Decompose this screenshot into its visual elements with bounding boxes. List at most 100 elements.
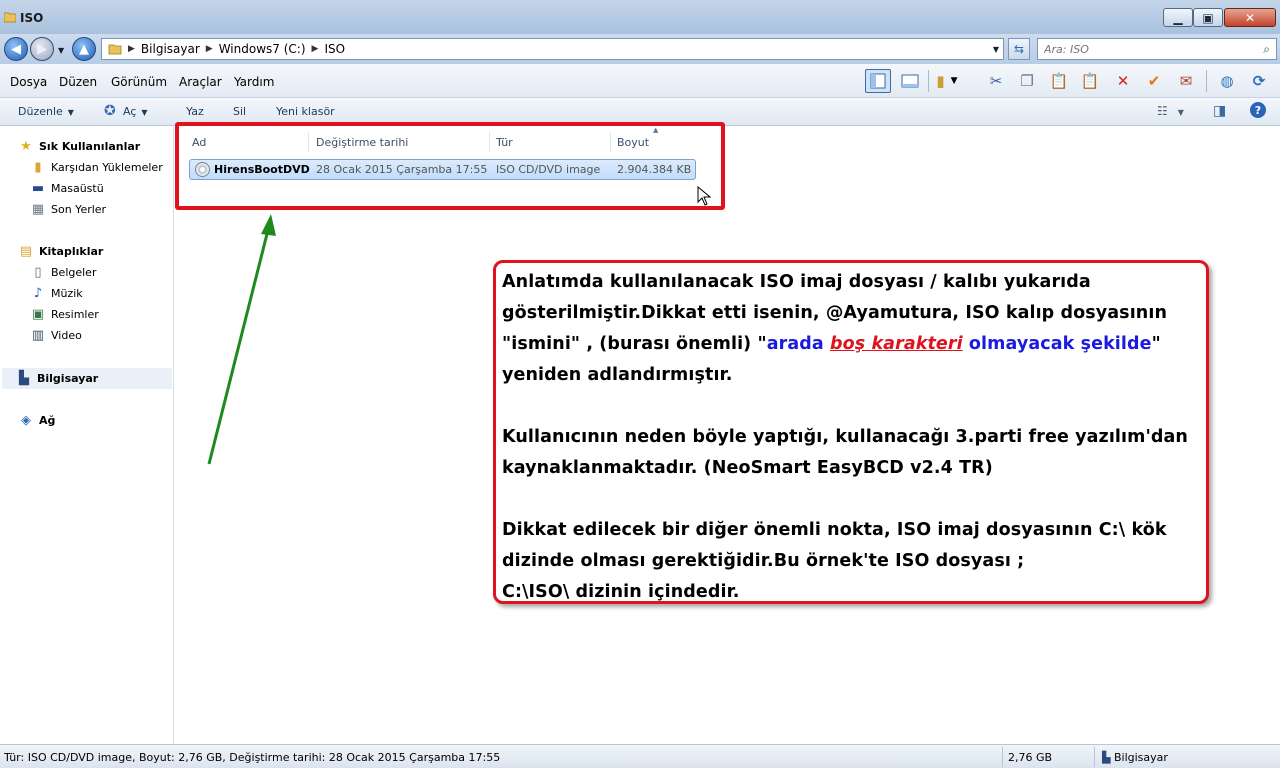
breadcrumb-folder[interactable]: ISO — [324, 42, 345, 56]
menu-file[interactable]: Dosya — [10, 75, 47, 89]
nav-computer[interactable]: ▙ Bilgisayar — [2, 368, 172, 389]
breadcrumb-separator[interactable]: ▶ — [128, 44, 135, 54]
refresh-button[interactable]: ⇆ — [1008, 38, 1030, 60]
nav-label: Ağ — [39, 414, 56, 427]
menu-tools[interactable]: Araçlar — [179, 75, 222, 89]
nav-desktop[interactable]: ▬ Masaüstü — [30, 178, 104, 199]
nav-label: Müzik — [51, 287, 83, 300]
breadcrumb-separator[interactable]: ▶ — [206, 44, 213, 54]
delete-icon[interactable]: ✕ — [1110, 69, 1136, 93]
cut-icon[interactable]: ✂ — [983, 69, 1009, 93]
note-line: dizinde olması gerektiğidir.Bu örnek'te … — [502, 551, 1025, 571]
up-button[interactable]: ▲ — [72, 37, 96, 61]
folder-options-icon[interactable]: ▮ ▼ — [934, 69, 960, 93]
annotation-note: Anlatımda kullanılanacak ISO imaj dosyas… — [493, 260, 1209, 604]
nav-downloads[interactable]: ▮ Karşıdan Yüklemeler — [30, 157, 162, 178]
burn-button[interactable]: Yaz — [186, 105, 204, 118]
nav-pictures[interactable]: ▣ Resimler — [30, 304, 99, 325]
search-icon: ⌕ — [1263, 42, 1270, 56]
preview-pane-icon[interactable]: ◨ — [1213, 103, 1226, 119]
note-text: "ismini" , (burası önemli) " — [502, 334, 767, 354]
nav-label: Bilgisayar — [37, 372, 99, 385]
status-details: Tür: ISO CD/DVD image, Boyut: 2,76 GB, D… — [4, 751, 501, 764]
address-dropdown[interactable]: ▼ — [988, 38, 1004, 60]
video-icon: ▥ — [31, 328, 45, 343]
address-row: ◀ ▶ ▼ ▲ ▶ Bilgisayar ▶ Windows7 (C:) ▶ I… — [0, 34, 1280, 64]
open-button[interactable]: Aç ▼ — [123, 105, 148, 118]
navigation-pane: ★ Sık Kullanılanlar ▮ Karşıdan Yüklemeler … — [0, 126, 174, 744]
organize-button[interactable]: Düzenle ▼ — [18, 105, 74, 118]
nav-favorites[interactable]: ★ Sık Kullanılanlar — [18, 136, 140, 157]
mouse-cursor-icon — [697, 185, 712, 211]
network-icon: ◈ — [21, 413, 31, 428]
folder-icon — [4, 12, 16, 23]
recent-pages-dropdown[interactable]: ▼ — [58, 46, 64, 55]
nav-label: Belgeler — [51, 266, 97, 279]
breadcrumb-separator[interactable]: ▶ — [312, 44, 319, 54]
desktop-icon: ▬ — [31, 181, 45, 196]
address-bar[interactable]: ▶ Bilgisayar ▶ Windows7 (C:) ▶ ISO — [101, 38, 1004, 60]
chevron-down-icon: ▼ — [67, 108, 74, 117]
paste-shortcut-icon[interactable]: 📋 — [1077, 69, 1103, 93]
open-icon: ✪ — [104, 103, 116, 119]
star-icon: ★ — [20, 139, 32, 154]
thumbnail-view-icon[interactable] — [897, 69, 923, 93]
computer-icon: ▙ — [1102, 751, 1111, 764]
internet-icon[interactable]: ◍ — [1214, 69, 1240, 93]
nav-recent[interactable]: ▦ Son Yerler — [30, 199, 106, 220]
status-location: ▙ Bilgisayar — [1102, 751, 1168, 764]
documents-icon: ▯ — [34, 265, 42, 280]
search-input[interactable] — [1044, 42, 1244, 56]
nav-music[interactable]: ♪ Müzik — [30, 283, 83, 304]
status-bar: Tür: ISO CD/DVD image, Boyut: 2,76 GB, D… — [0, 744, 1280, 768]
nav-label: Sık Kullanılanlar — [39, 140, 141, 153]
menu-help[interactable]: Yardım — [234, 75, 274, 89]
arrow-left-icon: ◀ — [11, 41, 21, 57]
delete-button[interactable]: Sil — [233, 105, 246, 118]
close-button[interactable]: ✕ — [1224, 8, 1276, 27]
downloads-folder-icon: ▮ — [34, 160, 42, 175]
note-text: " — [1151, 334, 1161, 354]
arrow-up-icon: ▲ — [79, 41, 89, 57]
details-view-icon[interactable] — [865, 69, 891, 93]
nav-video[interactable]: ▥ Video — [30, 325, 82, 346]
breadcrumb-computer[interactable]: Bilgisayar — [141, 42, 200, 56]
minimize-button[interactable]: ▁ — [1163, 8, 1193, 27]
forward-button[interactable]: ▶ — [30, 37, 54, 61]
back-button[interactable]: ◀ — [4, 37, 28, 61]
file-list-area: Ad Değiştirme tarihi Tür Boyut ▲ HirensB… — [175, 122, 1280, 744]
nav-network[interactable]: ◈ Ağ — [18, 410, 55, 431]
note-blue-text: arada — [766, 334, 830, 354]
help-icon[interactable]: ? — [1250, 102, 1266, 118]
note-line: Kullanıcının neden böyle yaptığı, kullan… — [502, 427, 1188, 447]
pictures-icon: ▣ — [31, 307, 45, 322]
arrow-right-icon: ▶ — [37, 41, 47, 57]
status-size: 2,76 GB — [1008, 751, 1053, 764]
view-options-icon[interactable]: ☷ ▼ — [1157, 104, 1184, 118]
note-red-text: boş karakteri — [829, 334, 963, 354]
paste-icon[interactable]: 📋 — [1046, 69, 1072, 93]
menu-view[interactable]: Görünüm — [111, 75, 167, 89]
note-line: gösterilmiştir.Dikkat etti isenin, @Ayam… — [502, 303, 1168, 323]
nav-libraries[interactable]: ▤ Kitaplıklar — [18, 241, 103, 262]
title-bar: ISO ▁ ▣ ✕ — [0, 0, 1280, 34]
search-box[interactable]: ⌕ — [1037, 38, 1277, 60]
copy-icon[interactable]: ❐ — [1014, 69, 1040, 93]
refresh-icon[interactable]: ⟳ — [1246, 69, 1272, 93]
nav-label: Kitaplıklar — [39, 245, 104, 258]
menu-edit[interactable]: Düzen — [59, 75, 97, 89]
rename-icon[interactable]: ✉ — [1173, 69, 1199, 93]
arrow-head-icon — [261, 214, 276, 236]
chevron-down-icon: ▼ — [141, 108, 148, 117]
breadcrumb-drive[interactable]: Windows7 (C:) — [219, 42, 306, 56]
organize-label: Düzenle — [18, 105, 63, 118]
new-folder-button[interactable]: Yeni klasör — [276, 105, 335, 118]
nav-label: Masaüstü — [51, 182, 104, 195]
note-line: Anlatımda kullanılanacak ISO imaj dosyas… — [502, 272, 1091, 292]
nav-documents[interactable]: ▯ Belgeler — [30, 262, 96, 283]
folder-icon — [108, 44, 122, 55]
properties-icon[interactable]: ✔ — [1141, 69, 1167, 93]
refresh-icon: ⇆ — [1013, 42, 1025, 56]
nav-label: Son Yerler — [51, 203, 107, 216]
maximize-button[interactable]: ▣ — [1193, 8, 1223, 27]
